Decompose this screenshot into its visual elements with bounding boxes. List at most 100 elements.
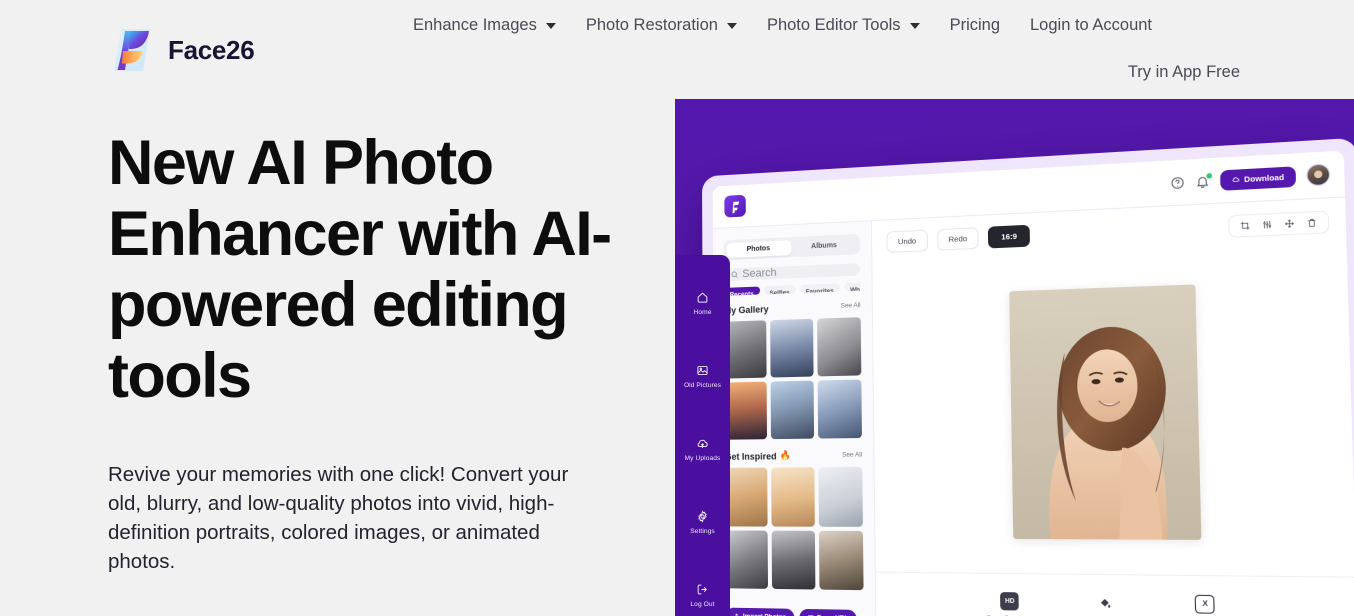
list-item[interactable] [817,379,862,439]
redo-button[interactable]: Redo [936,226,979,251]
help-circle-icon[interactable] [1170,175,1185,190]
download-label: Download [1243,171,1285,184]
nav-item-photo-editor-tools[interactable]: Photo Editor Tools [752,12,935,38]
nav-item-try-in-app-free[interactable]: Try in App Free [1128,63,1240,82]
sidebar-item-log-out[interactable]: Log Out [675,583,730,608]
section-title: My Gallery [723,303,769,316]
editor-tools-bar: HD Super Resolution Add Col [875,571,1354,616]
nav-item-login[interactable]: Login to Account [1015,12,1167,38]
list-item[interactable] [818,467,863,527]
editor-panel: Undo Redo 16:9 HD X [871,197,1354,616]
avatar[interactable] [1306,163,1331,187]
sidebar-item-settings[interactable]: Settings [675,510,730,535]
move-icon[interactable] [1284,218,1295,228]
crop-icon[interactable] [1240,220,1251,230]
gallery-thumbnails [723,316,862,441]
sidebar-item-label: Log Out [690,601,715,608]
brand-name: Face26 [168,34,255,65]
logout-icon [697,584,707,595]
hd-icon: HD [1000,592,1020,611]
nav-label: Pricing [949,15,1000,34]
paint-bucket-icon [1095,593,1114,612]
adjust-icon[interactable] [1262,219,1273,229]
portrait-photo [1009,284,1202,540]
tab-photos[interactable]: Photos [726,239,792,258]
nav-label: Photo Editor Tools [766,15,901,34]
cloud-upload-icon [697,439,708,448]
search-input[interactable]: Search [723,263,861,281]
mockup-frame: Download Photos Albums Search Recents Se… [702,137,1354,616]
section-title-text: Get Inspired [724,451,777,462]
gallery-actions: Import Photos From URL [725,599,864,616]
mockup-screen: Download Photos Albums Search Recents Se… [712,150,1354,616]
chip-favorites[interactable]: Favorites [799,283,840,296]
gear-icon [698,510,707,523]
list-item[interactable] [770,380,815,440]
sidebar-item-home[interactable]: Home [675,291,730,316]
notification-badge [1205,172,1212,179]
list-item[interactable] [771,467,815,527]
tool-add-colorization[interactable]: Add Colorization [1082,593,1129,616]
app-sidebar-nav: Home Old Pictures My Uploads Settings Lo… [675,255,730,616]
undo-button[interactable]: Undo [886,229,928,253]
nav-item-photo-restoration[interactable]: Photo Restoration [571,12,752,38]
brand-logo[interactable]: Face26 [108,25,255,75]
tab-albums[interactable]: Albums [791,237,858,255]
editor-tool-group [1228,209,1330,238]
tool-super-resolution[interactable]: HD Super Resolution [986,592,1034,616]
bell-icon[interactable] [1195,172,1212,189]
old-pictures-icon [697,365,708,376]
sidebar-item-label: My Uploads [684,455,721,462]
main-navigation: Enhance Images Photo Restoration Photo E… [398,12,1167,38]
sidebar-item-my-uploads[interactable]: My Uploads [675,437,730,462]
list-item[interactable] [771,530,816,590]
app-mockup: Download Photos Albums Search Recents Se… [702,137,1354,616]
trash-icon[interactable] [1306,217,1317,227]
list-item[interactable] [817,316,862,377]
hero-subcopy: Revive your memories with one click! Con… [108,463,569,573]
sidebar-item-label: Settings [690,528,715,535]
nav-item-enhance-images[interactable]: Enhance Images [398,12,571,38]
from-url-button[interactable]: From URL [799,608,857,616]
app-logo-icon[interactable] [724,194,746,218]
fire-emoji-icon: 🔥 [779,450,791,461]
topbar-actions: Download [1170,163,1331,193]
section-title: Get Inspired 🔥 [725,450,791,462]
face26-logo-icon [114,29,150,71]
sidebar-item-old-pictures[interactable]: Old Pictures [675,364,730,389]
tool-remove-scratches[interactable]: X Remove Scratches [1178,594,1234,616]
aspect-ratio-button[interactable]: 16:9 [988,224,1031,248]
editor-canvas [872,244,1354,577]
site-header: Face26 Enhance Images Photo Restoration … [0,0,1354,99]
chevron-down-icon [545,23,556,29]
remove-scratches-icon: X [1195,594,1216,614]
chevron-down-icon [726,23,737,29]
page-title: New AI Photo Enhancer with AI-powered ed… [108,128,612,411]
chevron-down-icon [909,23,920,29]
search-icon [731,271,737,278]
landing-page: Face26 Enhance Images Photo Restoration … [0,0,1354,616]
sidebar-item-label: Old Pictures [683,382,722,389]
inspired-thumbnails [724,467,864,591]
nav-item-pricing[interactable]: Pricing [935,12,1015,38]
section-header-my-gallery: My Gallery See All [723,301,861,316]
list-item[interactable] [818,530,864,591]
chip-selfies[interactable]: Selfies [763,285,796,296]
list-item[interactable] [724,467,768,527]
list-item[interactable] [725,530,769,589]
list-item[interactable] [770,318,814,378]
app-body: Photos Albums Search Recents Selfies Fav… [712,197,1354,616]
nav-label: Photo Restoration [585,15,718,34]
import-photos-button[interactable]: Import Photos [725,607,795,616]
list-item[interactable] [724,381,768,441]
list-item[interactable] [723,319,767,379]
gallery-segmented-control: Photos Albums [723,233,861,261]
see-all-link[interactable]: See All [841,302,861,310]
see-all-link[interactable]: See All [842,452,862,459]
section-header-get-inspired: Get Inspired 🔥 See All [725,450,863,463]
download-button[interactable]: Download [1219,165,1297,191]
home-icon [697,292,708,303]
filter-chips: Recents Selfies Favorites Wh [723,282,861,296]
chip-more[interactable]: Wh [843,282,861,294]
editing-photo[interactable] [1009,284,1202,540]
